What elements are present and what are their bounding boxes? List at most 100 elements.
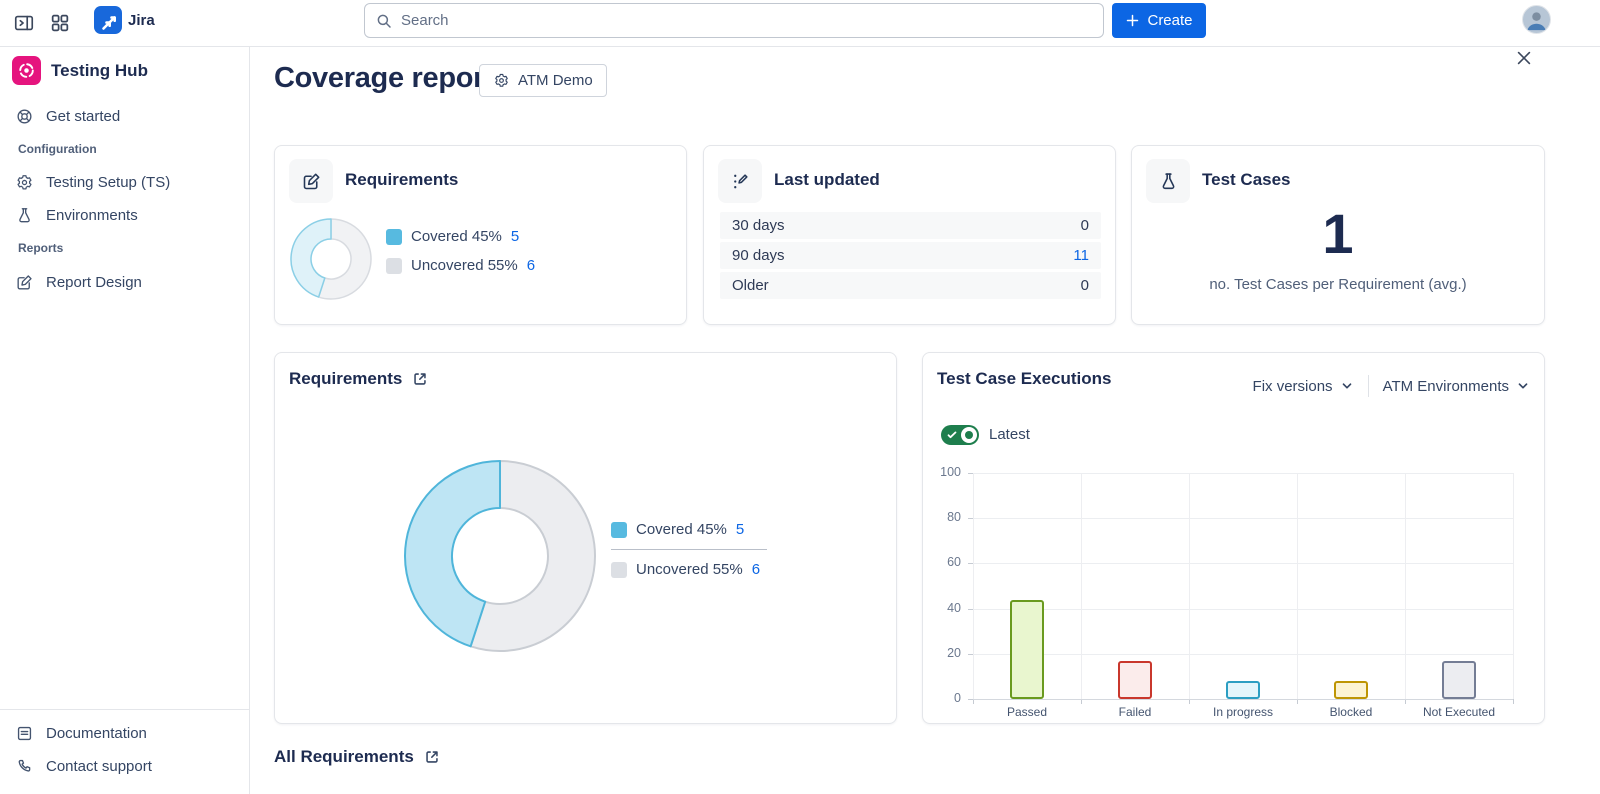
sidebar-item-testing-setup[interactable]: Testing Setup (TS): [6, 166, 244, 198]
flask-icon: [1146, 159, 1190, 203]
legend-uncovered: Uncovered 55% 6: [386, 257, 535, 274]
card-title: Test Cases: [1202, 170, 1291, 190]
card-title: Requirements: [345, 170, 458, 190]
bar-not-executed[interactable]: [1442, 661, 1476, 699]
requirements-detail-card: Requirements Covered 45% 5 Uncovered 55%…: [274, 352, 897, 724]
bar-blocked[interactable]: [1334, 681, 1368, 699]
sidebar-item-label: Report Design: [46, 274, 142, 291]
sidebar-item-label: Contact support: [46, 758, 152, 775]
app-window: Jira Create Testing Hub: [0, 0, 1600, 794]
flask-icon: [14, 205, 34, 225]
phone-icon: [14, 756, 34, 776]
x-axis-tick: [1513, 699, 1514, 704]
y-tick-label-20: 20: [947, 646, 961, 660]
executions-chart-xlabels: PassedFailedIn progressBlockedNot Execut…: [973, 705, 1513, 719]
covered-swatch: [611, 522, 627, 538]
close-icon[interactable]: [1512, 46, 1536, 70]
sidebar-item-report-design[interactable]: Report Design: [6, 266, 244, 298]
user-avatar[interactable]: [1522, 5, 1551, 34]
executions-bar-chart: [973, 473, 1513, 699]
filter-divider: [1368, 375, 1369, 397]
external-link-icon[interactable]: [411, 370, 429, 388]
requirements-donut-chart: [400, 456, 600, 656]
donut-legend: Covered 45% 5 Uncovered 55% 6: [386, 228, 535, 274]
sidebar-item-get-started[interactable]: Get started: [6, 100, 244, 132]
sidebar-item-environments[interactable]: Environments: [6, 199, 244, 231]
sidebar-project-header[interactable]: Testing Hub: [12, 56, 148, 85]
x-label-not-executed: Not Executed: [1405, 705, 1513, 719]
edit-square-icon: [289, 159, 333, 203]
bar-in-progress[interactable]: [1226, 681, 1260, 699]
gear-icon: [493, 72, 510, 89]
legend-label: Covered 45%: [411, 228, 502, 245]
lifebuoy-icon: [14, 106, 34, 126]
y-tick-label-100: 100: [940, 465, 961, 479]
uncovered-count-link[interactable]: 6: [527, 257, 535, 274]
all-requirements-link[interactable]: All Requirements: [274, 747, 441, 767]
sidebar-divider: [0, 709, 249, 710]
x-label-passed: Passed: [973, 705, 1081, 719]
sidebar-section-configuration: Configuration: [18, 142, 97, 156]
bar-failed[interactable]: [1118, 661, 1152, 699]
gridline: [973, 654, 1513, 655]
jira-logo-icon[interactable]: [94, 6, 122, 34]
donut-legend: Covered 45% 5 Uncovered 55% 6: [611, 521, 783, 578]
x-label-blocked: Blocked: [1297, 705, 1405, 719]
test-cases-caption: no. Test Cases per Requirement (avg.): [1132, 276, 1544, 293]
uncovered-count-link[interactable]: 6: [752, 561, 760, 578]
app-switcher-icon[interactable]: [46, 9, 74, 37]
edit-square-icon: [14, 272, 34, 292]
table-row: Older 0: [720, 272, 1101, 299]
project-selector-button[interactable]: ATM Demo: [479, 64, 607, 97]
y-tick-label-60: 60: [947, 555, 961, 569]
legend-covered: Covered 45% 5: [611, 521, 783, 538]
covered-swatch: [386, 229, 402, 245]
sidebar: Testing Hub Get started Configuration Te…: [0, 47, 250, 794]
test-case-executions-card: Test Case Executions Fix versions ATM En…: [922, 352, 1545, 724]
sidebar-item-documentation[interactable]: Documentation: [6, 717, 244, 749]
plus-icon: [1125, 13, 1140, 28]
search-input[interactable]: [401, 12, 1093, 29]
card-title: Requirements: [289, 369, 402, 389]
chevron-down-icon: [1516, 379, 1530, 393]
legend-label: Covered 45%: [636, 521, 727, 538]
covered-count-link[interactable]: 5: [736, 521, 744, 538]
test-cases-count: 1: [1132, 202, 1544, 266]
sidebar-section-reports: Reports: [18, 241, 63, 255]
y-tick-label-0: 0: [954, 691, 961, 705]
search-icon: [375, 12, 393, 30]
covered-count-link[interactable]: 5: [511, 228, 519, 245]
page-title: Coverage report: [274, 62, 494, 95]
create-button[interactable]: Create: [1112, 3, 1206, 38]
sidebar-item-label: Environments: [46, 207, 138, 224]
uncovered-swatch: [611, 562, 627, 578]
sidebar-title: Testing Hub: [51, 61, 148, 81]
y-tick-label-80: 80: [947, 510, 961, 524]
gridline: [973, 563, 1513, 564]
gridline: [973, 609, 1513, 610]
requirements-donut-chart-small: [288, 216, 374, 302]
atm-environments-dropdown[interactable]: ATM Environments: [1383, 378, 1530, 395]
global-search[interactable]: [364, 3, 1104, 38]
x-axis-line: [973, 699, 1513, 700]
testing-hub-logo-icon: [12, 56, 41, 85]
x-label-in-progress: In progress: [1189, 705, 1297, 719]
row-value-link[interactable]: 11: [1073, 247, 1089, 264]
gridline: [973, 473, 974, 699]
legend-uncovered: Uncovered 55% 6: [611, 561, 783, 578]
gridline: [1513, 473, 1514, 699]
latest-toggle[interactable]: [941, 425, 979, 445]
last-updated-rows: 30 days 0 90 days 11 Older 0: [720, 212, 1101, 299]
sidebar-toggle-icon[interactable]: [10, 9, 38, 37]
legend-label: Uncovered 55%: [636, 561, 743, 578]
fix-versions-dropdown[interactable]: Fix versions: [1253, 378, 1354, 395]
chart-filters: Fix versions ATM Environments: [1253, 375, 1530, 397]
sidebar-item-label: Documentation: [46, 725, 147, 742]
bar-passed[interactable]: [1010, 600, 1044, 699]
gridline: [1189, 473, 1190, 699]
uncovered-swatch: [386, 258, 402, 274]
sidebar-item-contact-support[interactable]: Contact support: [6, 750, 244, 782]
gridline: [1405, 473, 1406, 699]
legend-divider: [611, 549, 767, 550]
document-icon: [14, 723, 34, 743]
